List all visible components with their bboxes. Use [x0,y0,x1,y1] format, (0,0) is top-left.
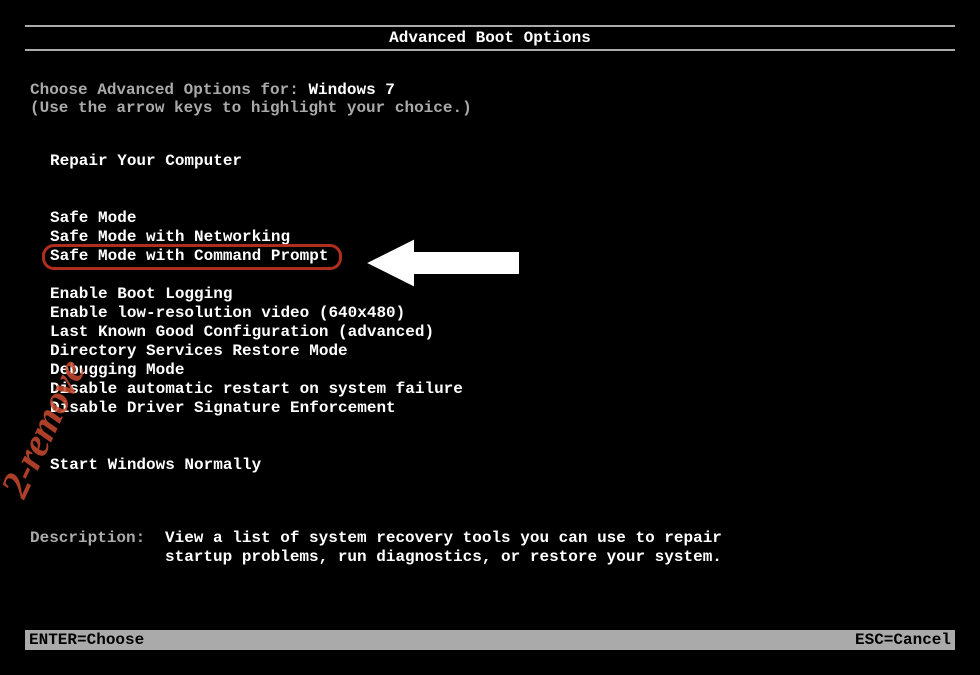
description-line1: View a list of system recovery tools you… [165,529,722,548]
option-disable-driver-sig[interactable]: Disable Driver Signature Enforcement [30,399,396,418]
intro-line: Choose Advanced Options for: Windows 7 [30,81,950,99]
option-boot-logging[interactable]: Enable Boot Logging [30,285,232,304]
option-directory-services[interactable]: Directory Services Restore Mode [30,342,348,361]
footer-enter: ENTER=Choose [29,631,144,649]
content-area: Choose Advanced Options for: Windows 7 (… [0,51,980,567]
footer-esc: ESC=Cancel [855,631,951,649]
option-safe-mode[interactable]: Safe Mode [30,209,136,228]
intro-help: (Use the arrow keys to highlight your ch… [30,99,950,117]
option-safe-mode-cmd[interactable]: Safe Mode with Command Prompt [30,247,328,266]
os-name: Windows 7 [308,81,394,99]
options-list: Repair Your Computer Safe Mode Safe Mode… [30,152,950,475]
description-line2: startup problems, run diagnostics, or re… [165,548,722,567]
option-repair[interactable]: Repair Your Computer [30,152,242,171]
page-title: Advanced Boot Options [389,29,591,47]
option-last-known-good[interactable]: Last Known Good Configuration (advanced) [30,323,434,342]
option-low-res[interactable]: Enable low-resolution video (640x480) [30,304,405,323]
title-bar: Advanced Boot Options [25,25,955,51]
description-row: Description: View a list of system recov… [30,529,950,567]
option-safe-mode-networking[interactable]: Safe Mode with Networking [30,228,290,247]
description-label: Description: [30,529,165,567]
intro-prefix: Choose Advanced Options for: [30,81,308,99]
option-disable-restart[interactable]: Disable automatic restart on system fail… [30,380,463,399]
footer-bar: ENTER=Choose ESC=Cancel [25,630,955,650]
description-text: View a list of system recovery tools you… [165,529,722,567]
option-start-normally[interactable]: Start Windows Normally [30,456,261,475]
option-debugging[interactable]: Debugging Mode [30,361,184,380]
